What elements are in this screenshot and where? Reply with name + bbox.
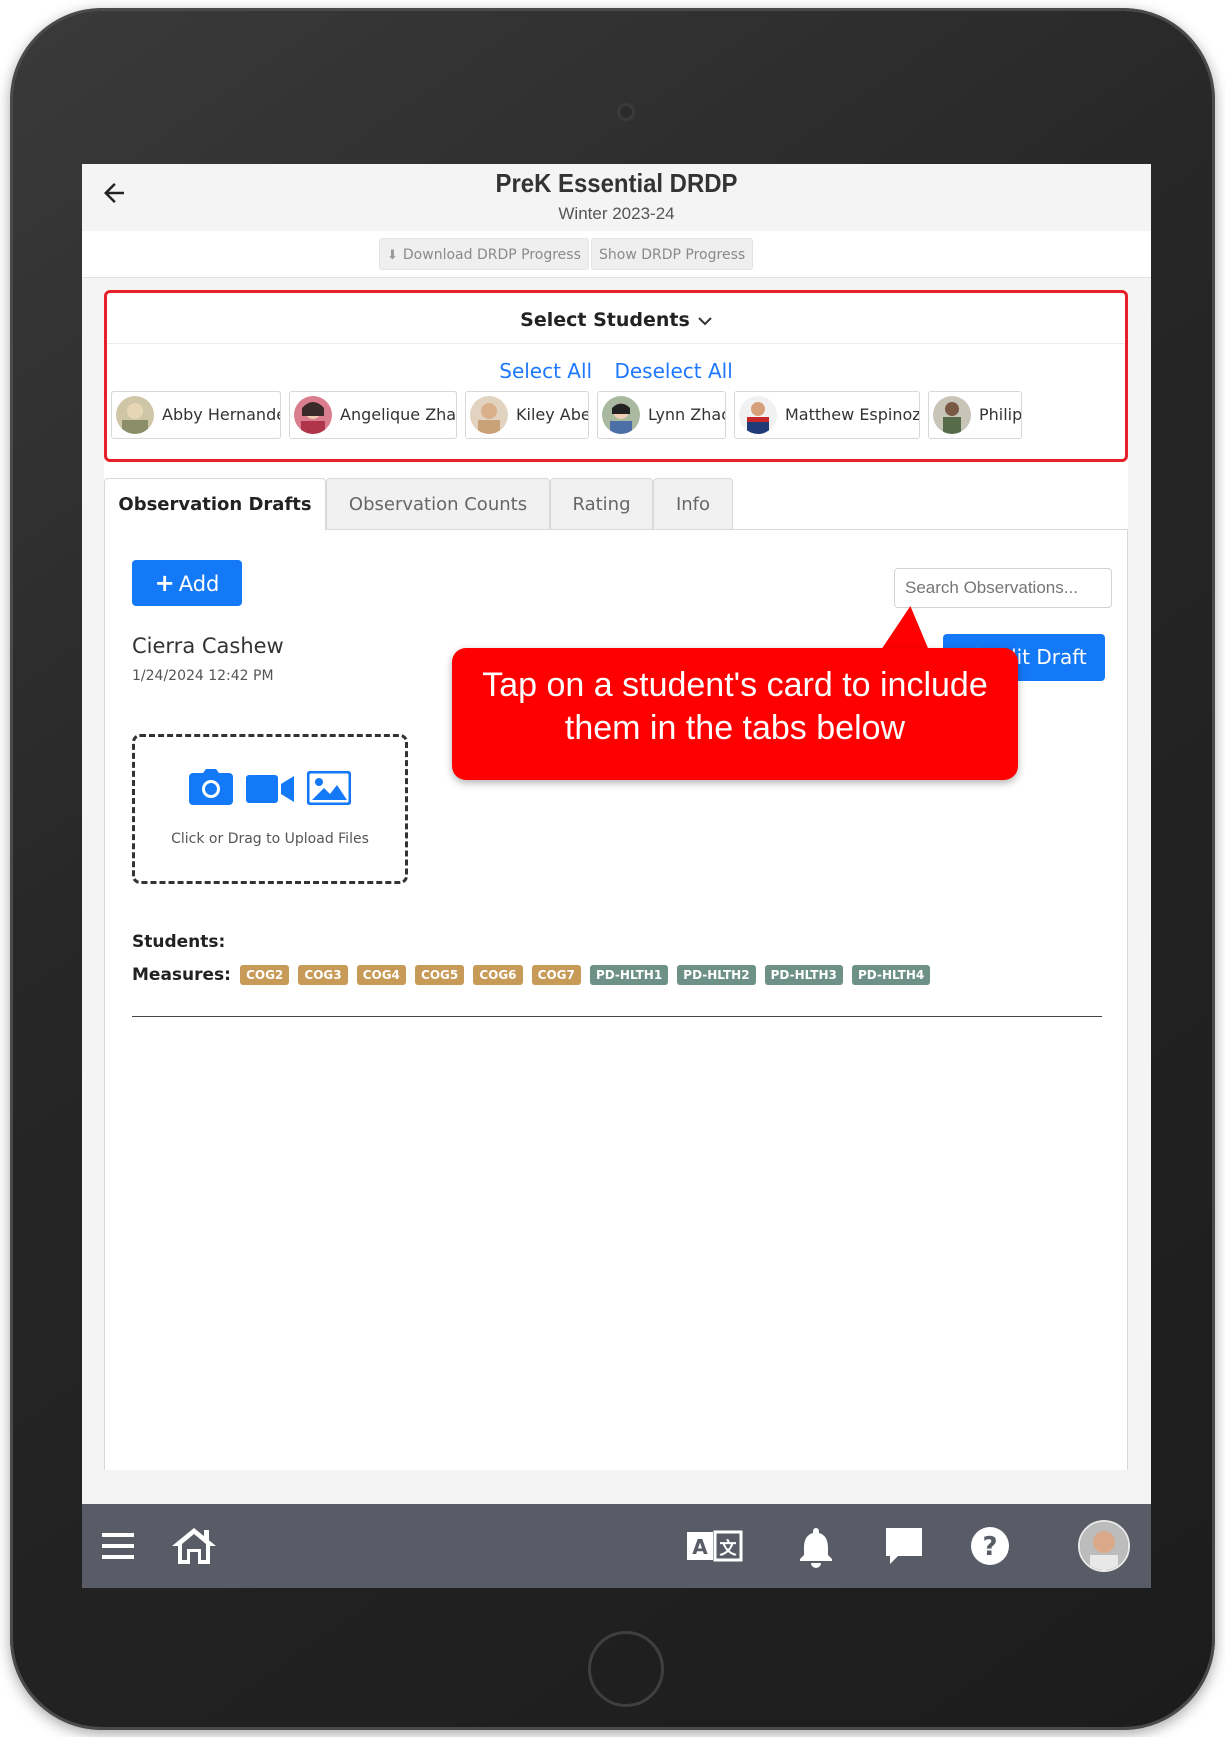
chevron-down-icon bbox=[698, 294, 712, 348]
toolbar: ⬇ Download DRDP Progress Show DRDP Progre… bbox=[82, 231, 1151, 278]
student-card-abby[interactable]: Abby Hernandez bbox=[111, 391, 281, 439]
student-card-kiley[interactable]: Kiley Abel bbox=[465, 391, 589, 439]
video-icon bbox=[246, 775, 294, 803]
front-camera bbox=[617, 103, 635, 121]
add-label: Add bbox=[178, 572, 220, 596]
measure-badge: COG5 bbox=[415, 964, 465, 985]
bottom-nav-bar: A文 ? bbox=[82, 1504, 1151, 1588]
avatar bbox=[470, 396, 508, 434]
callout-line-1: Tap on a student's card to include bbox=[482, 666, 988, 704]
show-progress-button[interactable]: Show DRDP Progress bbox=[591, 238, 754, 270]
student-card-matthew[interactable]: Matthew Espinoza bbox=[734, 391, 920, 439]
student-selector-panel: Select Students Select All Deselect All … bbox=[104, 290, 1128, 462]
deselect-all-link[interactable]: Deselect All bbox=[614, 359, 732, 383]
select-students-label: Select Students bbox=[520, 309, 690, 331]
draft-title: Cierra Cashew bbox=[132, 634, 284, 658]
measures-label: Measures: bbox=[132, 964, 231, 985]
student-name: Kiley Abel bbox=[516, 405, 589, 424]
student-card-lynn[interactable]: Lynn Zhao bbox=[597, 391, 726, 439]
download-progress-label: Download DRDP Progress bbox=[402, 247, 581, 263]
profile-avatar[interactable] bbox=[1078, 1520, 1130, 1572]
tab-bar: Observation Drafts Observation Counts Ra… bbox=[104, 478, 1128, 530]
tab-rating[interactable]: Rating bbox=[550, 478, 653, 530]
page-title: PreK Essential DRDP bbox=[495, 168, 738, 198]
selection-links: Select All Deselect All bbox=[107, 359, 1125, 383]
measure-badge: COG2 bbox=[240, 964, 290, 985]
select-all-link[interactable]: Select All bbox=[499, 359, 592, 383]
help-icon[interactable]: ? bbox=[968, 1524, 1012, 1568]
measure-badge: PD-HLTH3 bbox=[764, 964, 843, 985]
student-name: Angelique Zhao bbox=[340, 405, 457, 424]
tab-observation-counts[interactable]: Observation Counts bbox=[326, 478, 550, 530]
avatar bbox=[602, 396, 640, 434]
measure-badge: PD-HLTH4 bbox=[851, 964, 931, 985]
home-icon[interactable] bbox=[170, 1524, 216, 1568]
callout-line-2: them in the tabs below bbox=[564, 709, 906, 747]
avatar bbox=[739, 396, 777, 434]
app-header: PreK Essential DRDP Winter 2023-24 bbox=[82, 164, 1151, 232]
svg-text:A: A bbox=[692, 1535, 708, 1559]
measure-badge: COG4 bbox=[356, 964, 406, 985]
avatar bbox=[294, 396, 332, 434]
student-name: Philip bbox=[979, 405, 1022, 424]
file-upload-dropzone[interactable]: Click or Drag to Upload Files bbox=[132, 734, 408, 884]
home-button[interactable] bbox=[588, 1631, 664, 1707]
svg-text:?: ? bbox=[982, 1532, 997, 1562]
app-screen: PreK Essential DRDP Winter 2023-24 ⬇ Down… bbox=[82, 164, 1151, 1588]
measures-row: Measures: COG2 COG3 COG4 COG5 COG6 COG7 … bbox=[132, 964, 934, 990]
image-icon bbox=[306, 770, 352, 806]
callout-message: Tap on a student's card to include them … bbox=[462, 664, 1008, 750]
draft-date: 1/24/2024 12:42 PM bbox=[132, 668, 274, 684]
measure-badge: COG3 bbox=[298, 964, 348, 985]
avatar bbox=[116, 396, 154, 434]
download-progress-button[interactable]: ⬇ Download DRDP Progress bbox=[379, 238, 589, 270]
students-label: Students: bbox=[132, 932, 226, 952]
upload-icons bbox=[135, 769, 405, 809]
chat-icon[interactable] bbox=[882, 1524, 926, 1568]
search-observations-input[interactable] bbox=[894, 568, 1112, 608]
show-progress-label: Show DRDP Progress bbox=[599, 247, 746, 263]
camera-icon bbox=[188, 769, 233, 805]
measure-badge: PD-HLTH1 bbox=[589, 964, 669, 985]
main-content: Select Students Select All Deselect All … bbox=[104, 290, 1128, 1470]
measure-badge: COG6 bbox=[473, 964, 523, 985]
student-card-angelique[interactable]: Angelique Zhao bbox=[289, 391, 457, 439]
tutorial-callout: Tap on a student's card to include them … bbox=[452, 648, 1018, 780]
student-card-philip[interactable]: Philip bbox=[928, 391, 1022, 439]
svg-text:文: 文 bbox=[720, 1538, 738, 1559]
draft-divider bbox=[132, 1016, 1102, 1017]
avatar bbox=[933, 396, 971, 434]
translate-icon[interactable]: A文 bbox=[685, 1524, 745, 1568]
measure-badge: COG7 bbox=[531, 964, 581, 985]
menu-icon[interactable] bbox=[96, 1524, 140, 1568]
page-subtitle: Winter 2023-24 bbox=[558, 204, 675, 223]
student-name: Matthew Espinoza bbox=[785, 405, 920, 424]
plus-icon: + bbox=[154, 569, 175, 597]
student-name: Abby Hernandez bbox=[162, 405, 280, 424]
download-icon: ⬇ bbox=[387, 248, 398, 263]
add-draft-button[interactable]: + Add bbox=[132, 560, 242, 606]
measure-badge: PD-HLTH2 bbox=[677, 964, 756, 985]
tab-info[interactable]: Info bbox=[653, 478, 733, 530]
tab-observation-drafts[interactable]: Observation Drafts bbox=[104, 478, 326, 530]
bell-icon[interactable] bbox=[794, 1524, 838, 1568]
select-students-toggle[interactable]: Select Students bbox=[107, 293, 1125, 344]
student-name: Lynn Zhao bbox=[648, 405, 726, 424]
upload-instructions: Click or Drag to Upload Files bbox=[171, 831, 369, 847]
